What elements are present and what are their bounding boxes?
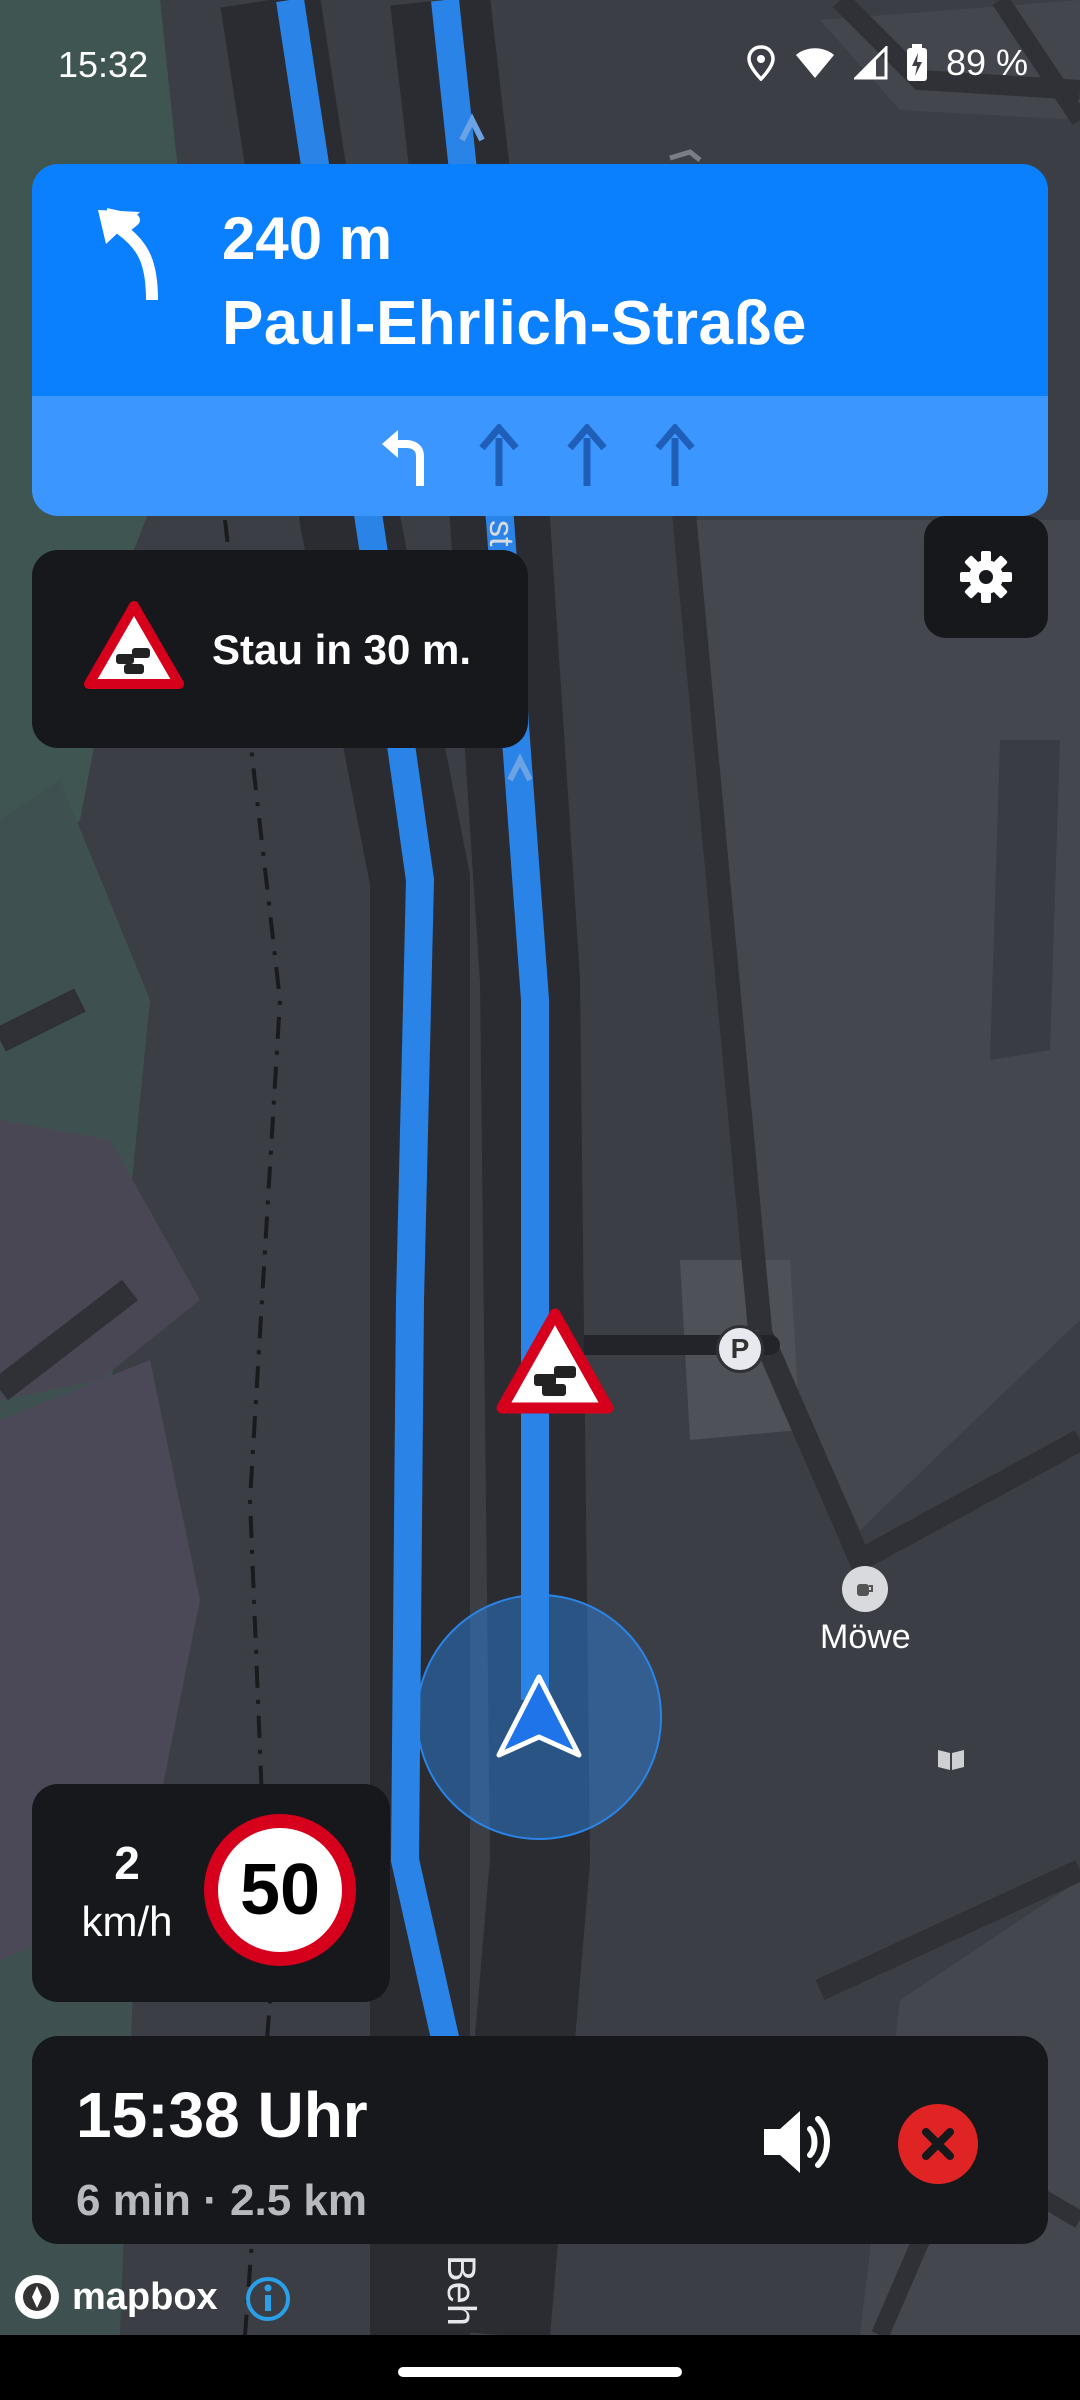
mapbox-wordmark: mapbox <box>72 2275 218 2318</box>
home-indicator[interactable] <box>398 2367 682 2377</box>
maneuver-distance: 240 m <box>222 205 393 272</box>
location-puck <box>416 1594 662 1840</box>
lane-turn-left-icon <box>382 430 424 486</box>
turn-left-icon <box>98 208 158 301</box>
lane-straight-icon <box>479 424 519 486</box>
status-bar: 15:32 89 % <box>0 0 1080 136</box>
volume-icon <box>764 2111 830 2173</box>
close-icon <box>922 2128 954 2160</box>
lane-straight-icon <box>567 424 607 486</box>
cafe-icon <box>842 1566 888 1612</box>
trip-duration-distance: 6 min · 2.5 km <box>76 2176 368 2225</box>
current-speed: 2 <box>114 1837 140 1889</box>
speed-limit-sign: 50 <box>204 1814 356 1966</box>
arrival-time: 15:38 Uhr <box>76 2079 368 2151</box>
traffic-jam-marker-icon[interactable] <box>496 1308 614 1419</box>
wifi-icon <box>795 48 834 78</box>
status-time: 15:32 <box>58 44 149 85</box>
speed-panel: 2 km/h 50 <box>32 1784 390 2002</box>
gear-icon <box>960 551 1012 603</box>
parking-icon[interactable]: P <box>716 1325 764 1373</box>
battery-icon <box>906 44 927 81</box>
maneuver-banner[interactable]: 240 m Paul-Ehrlich-Straße <box>32 164 1048 516</box>
settings-button[interactable] <box>924 516 1048 638</box>
lane-guidance <box>32 396 1048 516</box>
lane-straight-icon <box>655 424 695 486</box>
road-label-bottom: Beh <box>439 2255 483 2326</box>
landmark-icon <box>936 1746 966 1777</box>
mapbox-logo[interactable]: mapbox <box>12 2272 218 2322</box>
trip-summary-panel[interactable]: 15:38 Uhr 6 min · 2.5 km <box>32 2036 1048 2244</box>
poi-label: Möwe <box>820 1618 911 1656</box>
mapbox-compass-icon <box>15 2275 59 2319</box>
road-label-top: st <box>482 520 520 547</box>
signal-icon <box>853 46 888 80</box>
sound-button[interactable] <box>750 2094 846 2190</box>
info-icon[interactable] <box>244 2275 292 2323</box>
battery-percentage: 89 % <box>945 42 1028 83</box>
cafe-poi[interactable]: Möwe <box>820 1566 911 1657</box>
navigation-arrow-icon <box>496 1674 582 1758</box>
speed-unit: km/h <box>81 1898 173 1945</box>
traffic-warning-text: Stau in 30 m. <box>212 626 472 673</box>
maneuver-street: Paul-Ehrlich-Straße <box>222 289 807 358</box>
speed-limit-value: 50 <box>239 1850 321 1930</box>
traffic-warning-panel[interactable]: Stau in 30 m. <box>32 550 528 748</box>
location-icon <box>747 45 775 81</box>
traffic-jam-icon <box>84 601 184 689</box>
end-navigation-button[interactable] <box>898 2104 978 2184</box>
